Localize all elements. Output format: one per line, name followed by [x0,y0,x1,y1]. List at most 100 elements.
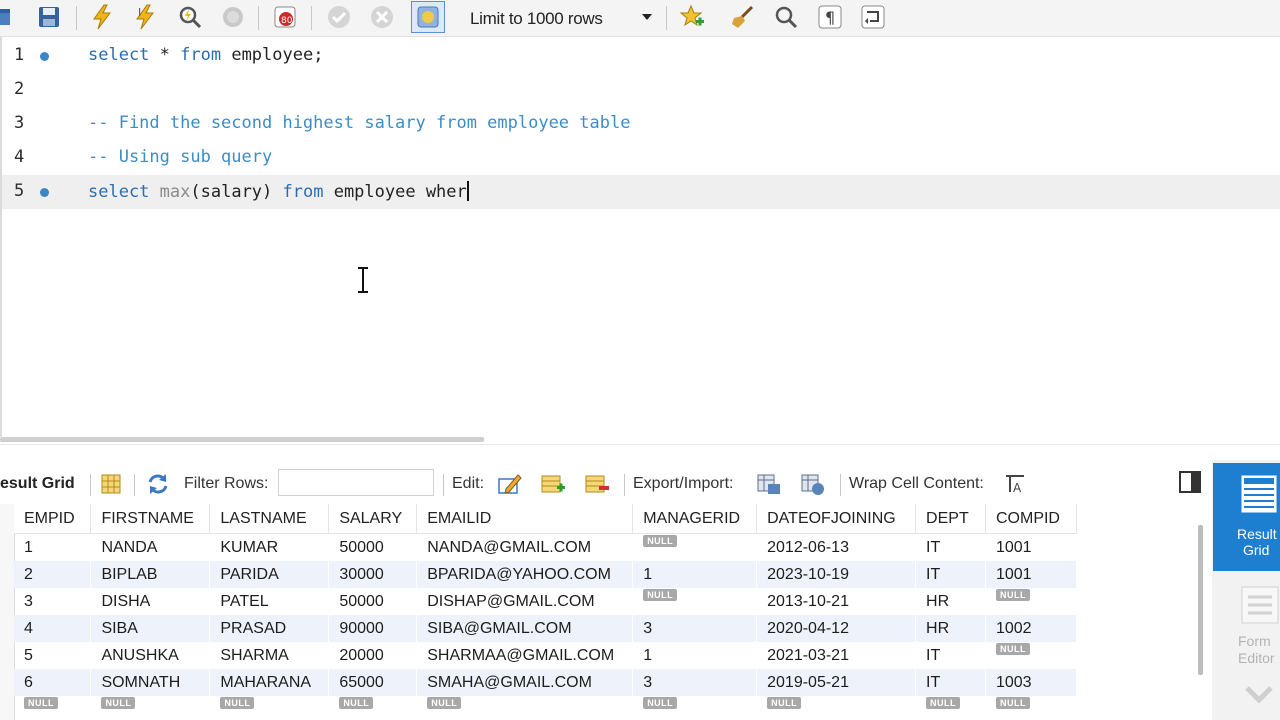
table-cell[interactable]: 6 [14,669,91,696]
table-cell[interactable]: NULL [916,696,986,720]
execute-current-statement-icon[interactable]: I [132,3,160,31]
column-header[interactable]: EMAILID [416,504,634,534]
table-row[interactable]: 6 SOMNATH MAHARANA 65000 SMAHA@GMAIL.COM 3 201… [14,669,1077,696]
column-header[interactable]: DEPT [915,504,986,534]
table-cell[interactable]: SOMNATH [90,669,210,696]
result-grid-tab-label[interactable]: esult Grid [0,475,75,493]
delete-row-icon[interactable] [584,471,610,497]
table-row[interactable]: 3 DISHA PATEL 50000 DISHAP@GMAIL.COM NULL 2013… [14,588,1077,615]
table-cell[interactable]: 1001 [985,561,1077,588]
table-cell[interactable]: 5 [14,642,91,669]
table-cell[interactable]: PARIDA [209,561,329,588]
autocommit-toggle-icon[interactable] [411,1,445,33]
table-cell[interactable]: 50000 [329,534,417,562]
table-cell[interactable]: NULL [633,588,757,615]
table-cell[interactable]: 1 [632,561,757,588]
table-cell[interactable]: SIBA@GMAIL.COM [416,615,633,642]
rollback-icon[interactable] [368,3,396,31]
table-cell[interactable]: 1 [14,534,91,562]
execute-lightning-icon[interactable] [88,3,116,31]
table-cell[interactable]: SIBA [90,615,210,642]
table-cell[interactable]: NANDA@GMAIL.COM [417,534,633,562]
save-icon[interactable] [35,3,63,31]
table-cell[interactable]: 2012-06-13 [757,534,916,562]
table-row[interactable]: 5 ANUSHKA SHARMA 20000 SHARMAA@GMAIL.COM 1 202… [14,642,1077,669]
table-cell[interactable]: DISHAP@GMAIL.COM [417,588,633,615]
table-cell[interactable]: 4 [14,615,91,642]
table-cell[interactable]: 3 [632,615,757,642]
column-header[interactable]: MANAGERID [632,504,758,534]
table-cell[interactable]: DISHA [91,588,210,615]
table-cell[interactable]: 2023-10-19 [756,561,916,588]
grid-layout-icon[interactable] [98,471,124,497]
table-cell[interactable]: IT [916,642,986,669]
table-cell[interactable]: NULL [210,696,329,720]
table-row[interactable]: 1 NANDA KUMAR 50000 NANDA@GMAIL.COM NULL 2012-… [14,534,1077,562]
beautify-broom-icon[interactable] [729,3,757,31]
result-grid[interactable]: EMPID FIRSTNAME LASTNAME SALARY EMAILID MANAG… [14,504,1077,720]
table-cell[interactable]: 2019-05-21 [756,669,916,696]
column-header[interactable]: FIRSTNAME [90,504,211,534]
editor-line[interactable]: 3 -- Find the second highest salary from … [2,107,1280,141]
table-cell[interactable]: PRASAD [209,615,329,642]
table-cell[interactable]: 3 [632,669,757,696]
table-cell[interactable]: NULL [985,696,1076,720]
table-cell[interactable]: SMAHA@GMAIL.COM [416,669,633,696]
table-cell[interactable]: 2 [14,561,91,588]
filter-rows-input[interactable] [278,469,434,496]
table-cell[interactable]: PATEL [210,588,329,615]
table-cell[interactable]: SHARMAA@GMAIL.COM [417,642,633,669]
table-cell[interactable]: 90000 [328,615,417,642]
table-cell[interactable]: MAHARANA [209,669,329,696]
refresh-icon[interactable] [145,471,171,497]
table-cell[interactable]: NULL [329,696,417,720]
table-cell[interactable]: BPARIDA@YAHOO.COM [416,561,633,588]
column-header[interactable]: SALARY [328,504,418,534]
explain-magnifier-icon[interactable] [176,3,204,31]
sql-editor[interactable]: 1 select * from employee; 2 3 -- Find the se… [0,37,1280,437]
grid-vertical-scrollbar[interactable] [1198,525,1203,675]
limit-rows-select[interactable]: Limit to 1000 rows [462,5,660,31]
table-cell[interactable]: 1001 [985,534,1076,562]
table-cell[interactable]: ANUSHKA [91,642,210,669]
table-cell[interactable]: 50000 [329,588,417,615]
table-cell[interactable]: NULL [757,696,916,720]
editor-horizontal-scrollbar[interactable] [0,437,484,442]
wrap-cell-content-icon[interactable]: A [1002,471,1028,497]
column-header[interactable]: DATEOFJOINING [756,504,917,534]
column-header[interactable]: LASTNAME [209,504,330,534]
table-cell[interactable]: BIPLAB [90,561,210,588]
table-cell[interactable]: HR [916,588,986,615]
table-cell[interactable]: 1002 [985,615,1077,642]
table-cell[interactable]: 65000 [328,669,417,696]
table-cell[interactable]: IT [916,534,986,562]
table-cell[interactable]: NULL [14,696,91,720]
chevron-down-icon[interactable] [1244,684,1274,708]
editor-line[interactable]: 5 select max(salary) from employee wher [2,175,1280,209]
table-cell[interactable]: NULL [633,534,757,562]
toggle-side-panel-icon[interactable] [1179,471,1201,493]
export-icon[interactable] [756,471,782,497]
insert-row-icon[interactable] [540,471,566,497]
column-header[interactable]: COMPID [985,504,1077,534]
table-cell[interactable]: NULL [633,696,757,720]
table-row[interactable]: NULL NULL NULL NULL NULL NULL NULL NULL NULL [14,696,1077,720]
table-cell[interactable]: HR [915,615,986,642]
toggle-error-stop-icon[interactable]: 80 [271,3,299,31]
table-cell[interactable]: 2021-03-21 [757,642,916,669]
table-cell[interactable]: NULL [417,696,633,720]
table-row[interactable]: 4 SIBA PRASAD 90000 SIBA@GMAIL.COM 3 2020-04-1… [14,615,1077,642]
table-cell[interactable]: 2013-10-21 [757,588,916,615]
commit-icon[interactable] [325,3,353,31]
wrap-lines-icon[interactable] [859,3,887,31]
editor-results-divider[interactable] [0,444,1280,445]
import-icon[interactable] [800,471,826,497]
table-cell[interactable]: NANDA [91,534,210,562]
editor-line[interactable]: 4 -- Using sub query [2,141,1280,175]
table-cell[interactable]: KUMAR [210,534,329,562]
table-cell[interactable]: NULL [91,696,210,720]
table-cell[interactable]: 30000 [328,561,417,588]
editor-line[interactable]: 1 select * from employee; [2,39,1280,73]
find-magnifier-icon[interactable] [772,3,800,31]
table-cell[interactable]: NULL [985,642,1076,669]
